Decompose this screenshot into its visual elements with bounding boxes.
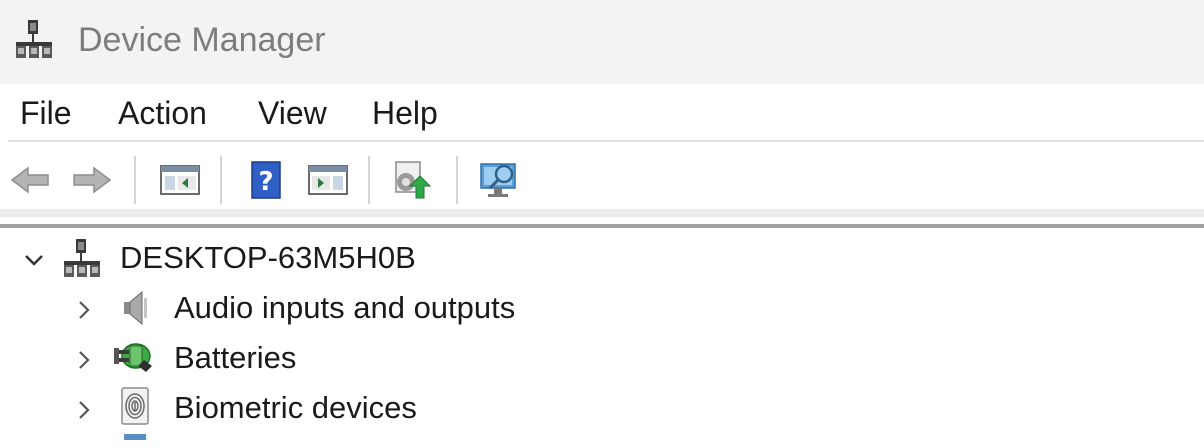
chevron-right-icon[interactable] [72,348,96,372]
toolbar-separator [456,156,458,204]
toolbar-separator [220,156,222,204]
device-manager-icon [16,20,52,58]
menu-separator [8,140,1204,142]
scan-hardware-changes-icon[interactable] [478,158,522,202]
show-hide-action-pane-icon[interactable] [306,158,350,202]
svg-text:?: ? [258,167,273,197]
computer-icon [64,239,100,277]
tree-item-label: Biometric devices [174,390,417,425]
next-item-icon-partial [124,434,146,440]
menu-file[interactable]: File [20,92,72,134]
menu-view[interactable]: View [258,92,327,134]
tree-item-biometric[interactable]: Biometric devices [0,384,1204,434]
title-bar: Device Manager [0,0,1204,84]
tree-root-label: DESKTOP-63M5H0B [120,240,416,275]
update-driver-icon[interactable] [390,158,434,202]
toolbar-bottom-edge [0,209,1204,217]
forward-arrow-icon[interactable] [70,158,114,202]
speaker-icon [124,290,147,326]
chevron-right-icon[interactable] [72,398,96,422]
tree-item-audio[interactable]: Audio inputs and outputs [0,284,1204,334]
help-icon[interactable]: ? [244,158,288,202]
tree-item-batteries[interactable]: Batteries [0,334,1204,384]
tree-item-label: Audio inputs and outputs [174,290,516,325]
tree-root-node[interactable]: DESKTOP-63M5H0B [0,234,1204,284]
tree-item-label: Batteries [174,340,297,375]
chevron-right-icon[interactable] [72,298,96,322]
back-arrow-icon[interactable] [8,158,52,202]
device-manager-window: Device Manager File Action View Help ? D… [0,0,1204,448]
toolbar: ? [0,144,1204,216]
menu-action[interactable]: Action [118,92,207,134]
menu-help[interactable]: Help [372,92,438,134]
chevron-down-icon[interactable] [22,248,46,272]
toolbar-separator [134,156,136,204]
battery-icon [114,343,152,372]
window-title: Device Manager [78,21,326,59]
device-tree: DESKTOP-63M5H0B Audio inputs and outputs [0,228,1204,448]
menu-bar: File Action View Help [0,84,1204,142]
fingerprint-icon [121,387,149,425]
toolbar-separator [368,156,370,204]
show-hide-console-tree-icon[interactable] [158,158,202,202]
